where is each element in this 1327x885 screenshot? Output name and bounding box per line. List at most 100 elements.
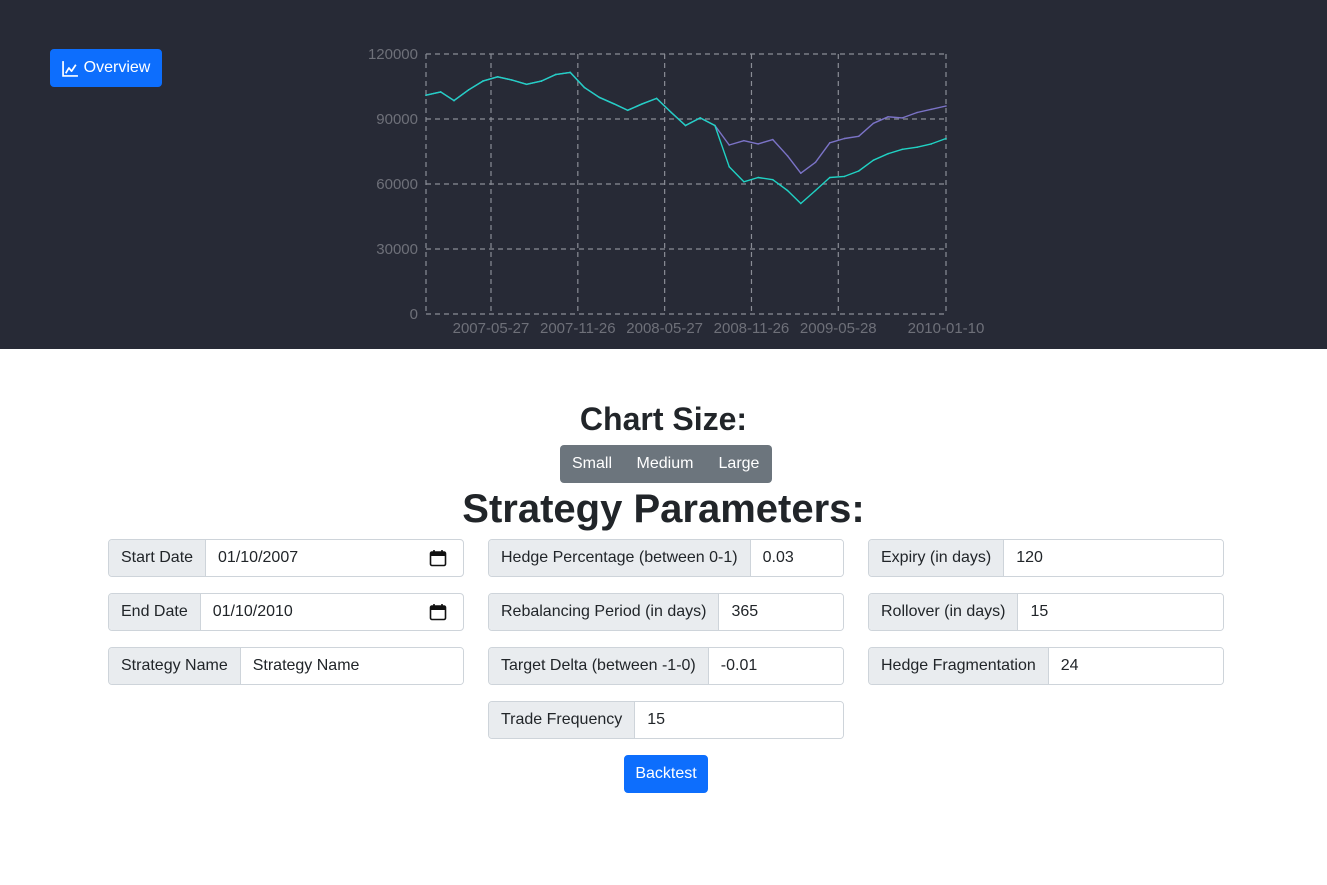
series-2-point: [872, 159, 875, 161]
y-tick-label: 60000: [376, 176, 418, 193]
performance-chart: 0 30000 60000 90000 120000 2007-05-27 2007-11…: [368, 46, 985, 337]
strategy-name-label: Strategy Name: [109, 648, 241, 684]
series-2-point: [613, 103, 615, 105]
series-1-point: [916, 111, 918, 114]
series-2-point: [583, 86, 586, 89]
series-1-point: [901, 117, 904, 119]
chart-size-small-button[interactable]: Small: [560, 445, 624, 483]
x-tick-label: 2007-11-26: [540, 320, 616, 337]
strategy-name-group: Strategy Name: [108, 647, 464, 685]
series-2-point: [670, 111, 673, 114]
series-1-point: [728, 144, 730, 146]
y-tick-label: 0: [410, 306, 418, 323]
calendar-icon[interactable]: [429, 603, 447, 621]
x-axis-ticks: 2007-05-27 2007-11-26 2008-05-27 2008-11-26…: [453, 320, 985, 337]
rebalancing-period-label: Rebalancing Period (in days): [489, 594, 720, 630]
series-2-point: [511, 79, 513, 81]
series-2-point: [786, 189, 789, 192]
series-2-point: [439, 91, 442, 93]
calendar-icon[interactable]: [429, 549, 447, 567]
series-2-point: [467, 89, 470, 91]
trade-frequency-label: Trade Frequency: [489, 702, 636, 738]
chart-size-button-group: Small Medium Large: [560, 445, 772, 483]
rollover-input[interactable]: [1018, 594, 1223, 630]
target-delta-group: Target Delta (between -1-0): [488, 647, 844, 685]
end-date-input[interactable]: [200, 594, 429, 630]
series-1-point: [857, 135, 860, 138]
series-1-point: [829, 142, 831, 144]
series-1-point: [814, 161, 817, 164]
series-1-point: [757, 143, 759, 145]
series-1-point: [743, 139, 745, 142]
y-tick-label: 120000: [368, 46, 418, 63]
series-1-point: [800, 172, 802, 174]
series-2-point: [525, 83, 528, 86]
series-2-point: [945, 137, 947, 140]
series-2-point: [655, 97, 658, 100]
y-tick-label: 90000: [376, 111, 418, 128]
x-tick-label: 2008-11-26: [714, 320, 790, 337]
hedge-percentage-group: Hedge Percentage (between 0-1): [488, 539, 844, 577]
chart-panel: 0 30000 60000 90000 120000 2007-05-27 2007-11…: [0, 0, 1327, 349]
series-2-point: [598, 96, 600, 99]
series-2-point: [757, 176, 759, 179]
series-2-point: [641, 103, 644, 105]
chart-size-medium-button[interactable]: Medium: [624, 445, 706, 483]
series-2-point: [540, 80, 543, 82]
hedge-fragmentation-group: Hedge Fragmentation: [868, 647, 1224, 685]
expiry-input[interactable]: [1004, 540, 1223, 576]
hedge-percentage-input[interactable]: [750, 540, 843, 576]
series-2-point: [569, 71, 571, 74]
series-1-point: [930, 108, 933, 111]
series-1-point: [945, 105, 947, 107]
series-2-point: [857, 170, 860, 172]
series-2-point: [626, 109, 629, 112]
x-tick-label: 2008-05-27: [626, 320, 703, 337]
overview-button[interactable]: Overview: [50, 49, 162, 87]
x-tick-label: 2010-01-10: [908, 320, 985, 337]
x-tick-label: 2009-05-28: [800, 320, 877, 337]
end-date-label: End Date: [109, 594, 201, 630]
series-2-point: [887, 152, 889, 155]
chart-size-title: Chart Size:: [579, 401, 748, 437]
hedge-fragmentation-input[interactable]: [1048, 648, 1223, 684]
trade-frequency-input[interactable]: [635, 702, 843, 738]
line-chart-icon: [61, 60, 78, 77]
series-2-point: [699, 117, 701, 119]
series-1-point: [887, 116, 889, 118]
y-axis-ticks: 0 30000 60000 90000 120000: [368, 46, 418, 323]
series-2-point: [829, 176, 831, 179]
series-2-point: [554, 73, 557, 76]
series-2-point: [800, 202, 802, 205]
expiry-group: Expiry (in days): [868, 539, 1224, 577]
rebalancing-period-input[interactable]: [719, 594, 843, 630]
overview-label: Overview: [83, 59, 151, 76]
series-2-point: [728, 165, 730, 168]
series-2-point: [930, 143, 933, 145]
start-date-label: Start Date: [109, 540, 207, 576]
trade-frequency-group: Trade Frequency: [488, 701, 844, 739]
end-date-group: End Date: [108, 593, 464, 631]
series-2-point: [843, 175, 846, 178]
chart-grid: [425, 53, 947, 315]
series-2-point: [743, 181, 745, 183]
series-2-point: [684, 124, 687, 127]
target-delta-label: Target Delta (between -1-0): [489, 648, 709, 684]
series-2-point: [482, 80, 484, 82]
chart-size-large-button[interactable]: Large: [706, 445, 772, 483]
series-1-point: [786, 155, 789, 157]
target-delta-input[interactable]: [708, 648, 843, 684]
series-1-point: [843, 137, 846, 140]
series-2-point: [901, 148, 904, 151]
strategy-name-input[interactable]: [240, 648, 463, 684]
series-line-1: [425, 71, 947, 174]
series-2-point: [496, 76, 499, 78]
strategy-parameters-title: Strategy Parameters:: [462, 487, 865, 531]
start-date-group: Start Date: [108, 539, 464, 577]
hedge-fragmentation-label: Hedge Fragmentation: [869, 648, 1049, 684]
backtest-button[interactable]: Backtest: [624, 755, 708, 793]
rebalancing-period-group: Rebalancing Period (in days): [488, 593, 844, 631]
series-2-point: [814, 189, 817, 192]
start-date-input[interactable]: [206, 540, 429, 576]
rollover-group: Rollover (in days): [868, 593, 1224, 631]
